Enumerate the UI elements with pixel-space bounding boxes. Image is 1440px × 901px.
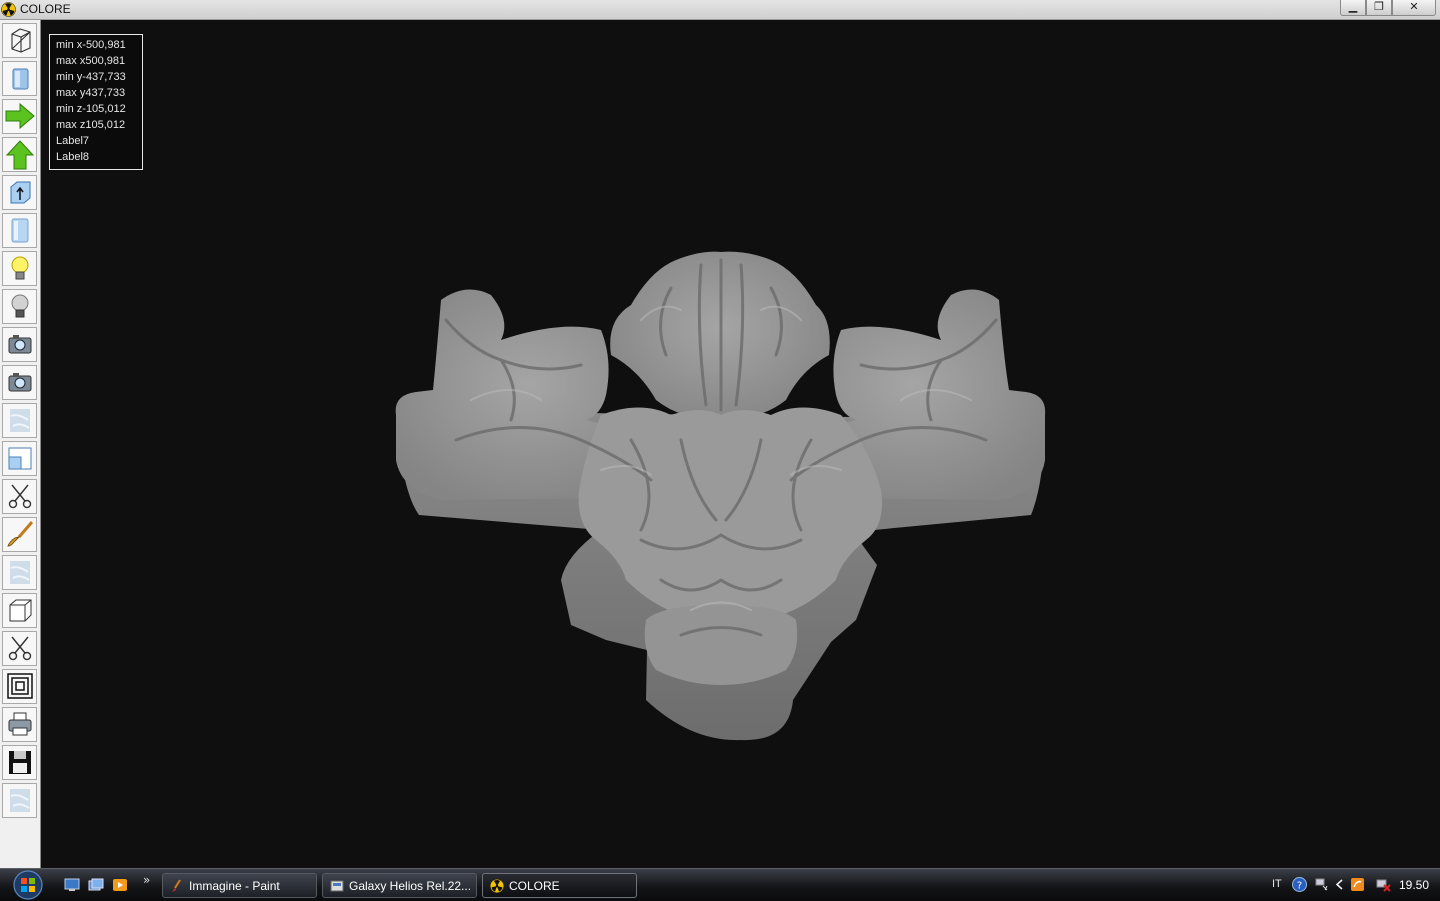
marble-texture-button-2[interactable] <box>2 555 37 590</box>
marble-texture-icon-2 <box>9 561 30 584</box>
camera-button[interactable] <box>2 327 37 362</box>
light-on-icon <box>11 256 28 280</box>
radiation-icon <box>1 2 16 17</box>
extrude-up-icon <box>10 181 30 204</box>
save-button[interactable] <box>2 745 37 780</box>
network-icon[interactable] <box>1314 877 1329 892</box>
camera-button-2[interactable] <box>2 365 37 400</box>
restore-button[interactable]: ❐ <box>1366 0 1392 16</box>
light-off-icon <box>11 294 28 318</box>
solid-cube-icon <box>12 68 28 90</box>
printer-icon <box>8 712 31 736</box>
arrow-up-button[interactable] <box>2 137 37 172</box>
wireframe-cube-button[interactable] <box>2 23 37 58</box>
title-bar: COLORE ▁ ❐ ✕ <box>0 0 1440 20</box>
floppy-disk-icon <box>8 751 31 774</box>
brush-button[interactable] <box>2 517 37 552</box>
max-z-label: max z105,012 <box>56 119 126 131</box>
scissors-icon-2 <box>8 636 31 661</box>
light-off-button[interactable] <box>2 289 37 324</box>
box-icon <box>9 599 31 622</box>
task-colore[interactable]: COLORE <box>482 873 637 898</box>
task-galaxy-helios[interactable]: Galaxy Helios Rel.22... <box>322 873 477 898</box>
switch-windows-icon[interactable] <box>88 878 104 892</box>
marble-texture-button-3[interactable] <box>2 783 37 818</box>
ornament-model <box>395 251 1046 741</box>
language-indicator[interactable]: IT <box>1272 878 1282 890</box>
app-tray-icon[interactable] <box>1350 877 1365 892</box>
solid-cube-button[interactable] <box>2 61 37 96</box>
help-icon[interactable]: ? <box>1292 877 1307 892</box>
min-x-label: min x-500,981 <box>56 39 126 51</box>
marble-texture-icon <box>9 409 30 432</box>
concentric-squares-icon <box>6 673 33 699</box>
helios-icon <box>330 880 344 892</box>
media-player-icon[interactable] <box>112 878 128 892</box>
bounds-info-panel: min x-500,981 max x500,981 min y-437,733… <box>49 34 143 170</box>
max-x-label: max x500,981 <box>56 55 126 67</box>
cylinder-button[interactable] <box>2 213 37 248</box>
offset-button[interactable] <box>2 669 37 704</box>
arrow-right-icon <box>5 102 35 130</box>
paint-icon <box>172 879 181 892</box>
task-label: Immagine - Paint <box>189 879 280 893</box>
min-z-label: min z-105,012 <box>56 103 126 115</box>
close-button[interactable]: ✕ <box>1392 0 1436 16</box>
extrude-button[interactable] <box>2 175 37 210</box>
arrow-right-button[interactable] <box>2 99 37 134</box>
taskbar: » Immagine - Paint Galaxy Helios Rel.22.… <box>0 868 1440 901</box>
quicklaunch-more-button[interactable]: » <box>143 873 150 887</box>
show-desktop-icon[interactable] <box>64 878 80 892</box>
camera-icon-2 <box>8 373 31 392</box>
minimize-button[interactable]: ▁ <box>1340 0 1366 16</box>
clock: 19.50 <box>1399 878 1430 892</box>
start-button[interactable] <box>8 870 48 900</box>
print-button[interactable] <box>2 707 37 742</box>
viewport-icon <box>8 447 31 470</box>
max-y-label: max y437,733 <box>56 87 126 99</box>
marble-texture-icon-3 <box>9 789 30 812</box>
svg-text:?: ? <box>1297 881 1302 892</box>
network-disconnected-icon[interactable] <box>1376 877 1391 892</box>
tool-palette <box>0 20 41 868</box>
3d-viewport[interactable]: min x-500,981 max x500,981 min y-437,733… <box>41 20 1440 868</box>
radiation-icon <box>490 879 504 893</box>
viewport-button[interactable] <box>2 441 37 476</box>
cut-button-2[interactable] <box>2 631 37 666</box>
scissors-icon <box>8 484 31 509</box>
task-label: COLORE <box>509 879 560 893</box>
cylinder-icon <box>11 218 28 243</box>
label8: Label8 <box>56 151 90 163</box>
brush-icon <box>6 521 33 547</box>
task-label: Galaxy Helios Rel.22... <box>349 879 472 893</box>
cut-button[interactable] <box>2 479 37 514</box>
window-title: COLORE <box>20 2 71 16</box>
camera-icon <box>8 335 31 354</box>
box-button[interactable] <box>2 593 37 628</box>
light-on-button[interactable] <box>2 251 37 286</box>
wireframe-cube-icon <box>10 28 31 53</box>
label7: Label7 <box>56 135 90 147</box>
min-y-label: min y-437,733 <box>56 71 126 83</box>
task-paint[interactable]: Immagine - Paint <box>162 873 317 898</box>
arrow-up-icon <box>5 140 34 170</box>
chevron-left-icon[interactable] <box>1332 877 1347 892</box>
marble-texture-button[interactable] <box>2 403 37 438</box>
